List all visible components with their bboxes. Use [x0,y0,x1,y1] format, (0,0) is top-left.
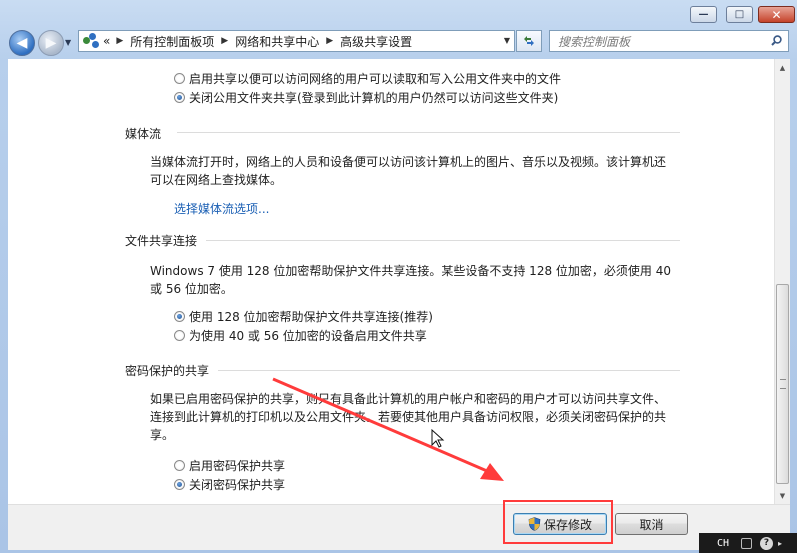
keyboard-icon[interactable] [741,537,753,549]
help-icon[interactable]: ? [760,536,774,550]
mouse-cursor-icon [431,429,445,448]
tray-expand-icon[interactable]: ▸ [778,539,782,548]
taskbar-tray: CH ? ▸ [699,533,797,553]
annotation-arrow [272,377,504,481]
ime-language-label[interactable]: CH [717,538,729,549]
